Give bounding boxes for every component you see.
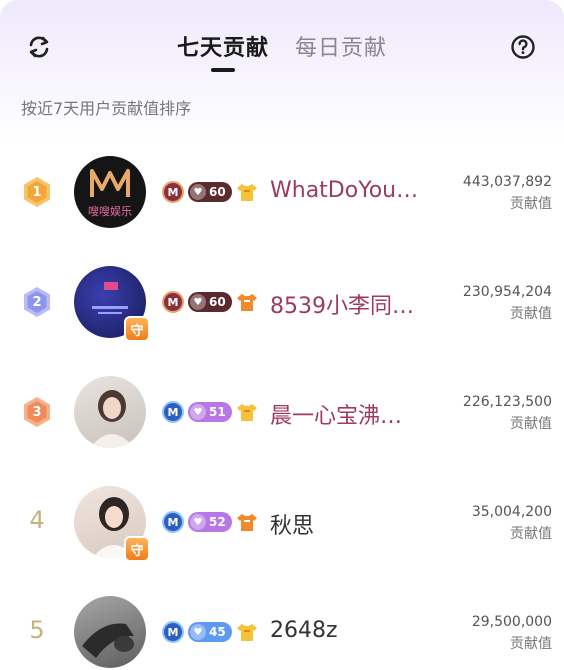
username[interactable]: 晨一心宝沸… [270, 398, 430, 430]
fan-badge-icon: M [162, 291, 184, 313]
tab-daily[interactable]: 每日贡献 [295, 30, 387, 74]
contribution-score: 29,500,000 贡献值 [471, 614, 552, 652]
list-item[interactable]: 2 守 M ♥ 60 8539小李同… 230,954,204 贡献值 [0, 246, 564, 356]
shirt-icon [236, 291, 258, 313]
guard-badge: 守 [124, 316, 150, 342]
rank-number: 4 [29, 506, 45, 534]
contribution-panel: 七天贡献 每日贡献 按近7天用户贡献值排序 1 嗖嗖娱乐 M ♥ 60 What… [0, 0, 564, 670]
rank-badge-gold: 1 [22, 176, 52, 208]
heart-icon: ♥ [190, 404, 206, 420]
help-icon[interactable] [508, 32, 538, 62]
shirt-icon [236, 401, 258, 423]
avatar[interactable] [74, 376, 146, 448]
avatar[interactable]: 守 [74, 486, 150, 562]
avatar[interactable]: 守 [74, 266, 150, 342]
contribution-score: 35,004,200 贡献值 [471, 504, 552, 542]
level-badge: ♥ 52 [188, 512, 232, 532]
avatar-logo-text: 嗖嗖娱乐 [88, 205, 132, 218]
shirt-icon [236, 181, 258, 203]
list-item[interactable]: 3 M ♥ 51 晨一心宝沸… 226,123,500 贡献值 [0, 356, 564, 466]
username[interactable]: 秋思 [270, 508, 430, 540]
heart-icon: ♥ [190, 624, 206, 640]
avatar[interactable] [74, 596, 146, 668]
user-badges: M ♥ 51 [162, 400, 258, 424]
avatar[interactable]: 嗖嗖娱乐 [74, 156, 146, 228]
contribution-score: 226,123,500 贡献值 [462, 394, 552, 432]
fan-badge-icon: M [162, 621, 184, 643]
user-badges: M ♥ 45 [162, 620, 258, 644]
sort-description: 按近7天用户贡献值排序 [21, 99, 192, 118]
tab-seven-day[interactable]: 七天贡献 [177, 30, 269, 74]
user-badges: M ♥ 52 [162, 510, 258, 534]
shirt-icon [236, 511, 258, 533]
username[interactable]: 8539小李同… [270, 288, 430, 320]
rank-badge-silver: 2 [22, 286, 52, 318]
fan-badge-icon: M [162, 511, 184, 533]
contribution-score: 230,954,204 贡献值 [462, 284, 552, 322]
username[interactable]: WhatDoYou… [270, 178, 430, 203]
rank-number: 5 [29, 616, 45, 644]
heart-icon: ♥ [190, 184, 206, 200]
list-item[interactable]: 1 嗖嗖娱乐 M ♥ 60 WhatDoYou… 443,037,892 贡献值 [0, 136, 564, 246]
level-badge: ♥ 60 [188, 182, 232, 202]
username[interactable]: 2648z [270, 618, 430, 643]
guard-badge: 守 [124, 536, 150, 562]
heart-icon: ♥ [190, 294, 206, 310]
fan-badge-icon: M [162, 181, 184, 203]
tab-bar: 七天贡献 每日贡献 [0, 30, 564, 80]
shirt-icon [236, 621, 258, 643]
contribution-score: 443,037,892 贡献值 [462, 174, 552, 212]
leaderboard-list: 1 嗖嗖娱乐 M ♥ 60 WhatDoYou… 443,037,892 贡献值… [0, 136, 564, 670]
level-badge: ♥ 60 [188, 292, 232, 312]
list-item[interactable]: 5 M ♥ 45 2648z 29,500,000 贡献值 [0, 576, 564, 670]
user-badges: M ♥ 60 [162, 180, 258, 204]
level-badge: ♥ 51 [188, 402, 232, 422]
rank-badge-bronze: 3 [22, 396, 52, 428]
header: 七天贡献 每日贡献 [0, 0, 564, 80]
list-item[interactable]: 4 守 M ♥ 52 秋思 35,004,200 贡献值 [0, 466, 564, 576]
fan-badge-icon: M [162, 401, 184, 423]
level-badge: ♥ 45 [188, 622, 232, 642]
user-badges: M ♥ 60 [162, 290, 258, 314]
heart-icon: ♥ [190, 514, 206, 530]
